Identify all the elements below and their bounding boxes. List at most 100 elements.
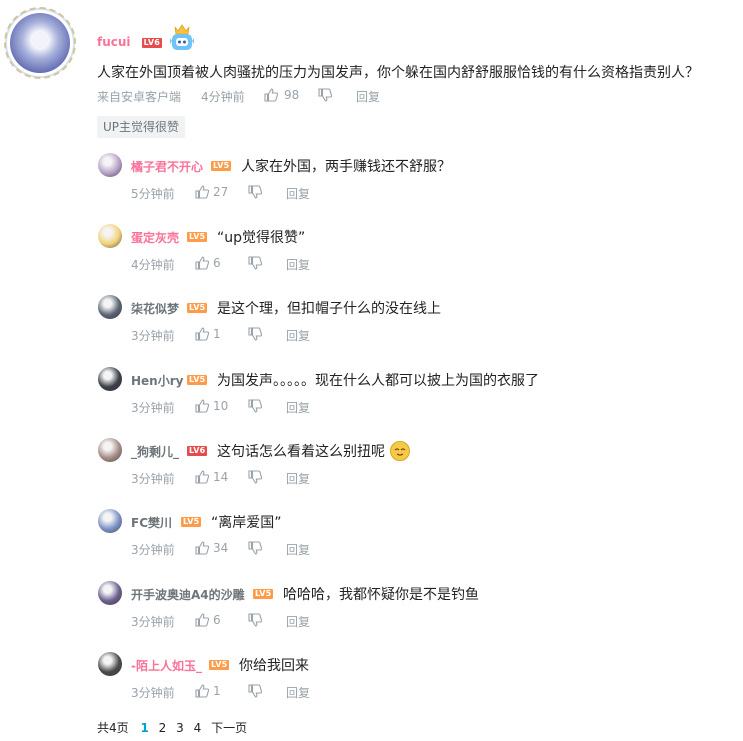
reply-reply-button[interactable]: 回复	[286, 399, 310, 416]
reply-text: 人家在外国，两手赚钱还不舒服？	[241, 159, 451, 175]
reply-like-count: 34	[213, 541, 229, 555]
main-source: 来自安卓客户端	[97, 90, 182, 104]
reply-reply-button[interactable]: 回复	[286, 541, 310, 558]
reply-like-count: 27	[213, 185, 229, 199]
reply-reply-button[interactable]: 回复	[286, 613, 310, 630]
thumb-up-icon	[195, 470, 209, 484]
reply-text: 你给我回来	[239, 658, 309, 674]
vip-badge-icon	[166, 24, 198, 54]
reply-like-button[interactable]	[195, 255, 209, 274]
reply-avatar[interactable]	[98, 438, 122, 462]
emoji-icon	[390, 441, 410, 461]
main-comment-text: 人家在外国顶着被人肉骚扰的压力为国发声，你个躲在国内舒舒服服恰钱的有什么资格指责…	[97, 65, 699, 81]
reply-username[interactable]: 开手波奥迪A4的沙雕	[131, 586, 245, 603]
thumb-down-icon	[248, 684, 262, 698]
reply-avatar[interactable]	[98, 652, 122, 676]
reply-username[interactable]: 蛋定灰壳	[131, 229, 179, 246]
reply-level-badge: LV5	[181, 517, 202, 527]
up-liked-tag: UP主觉得很赞	[97, 116, 186, 138]
reply-time: 3分钟前	[131, 401, 175, 415]
reply-dislike-button[interactable]	[248, 683, 262, 702]
reply-reply-button[interactable]: 回复	[286, 327, 310, 344]
reply-dislike-button[interactable]	[248, 612, 262, 631]
pagination: 共4页 1 2 3 4 下一页	[97, 719, 247, 736]
page-1[interactable]: 1	[140, 721, 148, 735]
reply-avatar[interactable]	[98, 295, 122, 319]
reply-like-button[interactable]	[195, 469, 209, 488]
page-4[interactable]: 4	[194, 721, 202, 735]
reply-like-button[interactable]	[195, 683, 209, 702]
reply-avatar[interactable]	[98, 367, 122, 391]
next-page-link[interactable]: 下一页	[211, 721, 247, 735]
thumb-up-icon	[195, 613, 209, 627]
reply-time: 4分钟前	[131, 258, 175, 272]
reply-time: 5分钟前	[131, 187, 175, 201]
reply-text: 是这个理，但扣帽子什么的没在线上	[217, 301, 441, 317]
reply-dislike-button[interactable]	[248, 540, 262, 559]
main-username[interactable]: fucui	[97, 35, 131, 49]
thumb-down-icon	[248, 185, 262, 199]
main-like-count: 98	[284, 88, 300, 102]
reply-text: “up觉得很赞”	[217, 230, 306, 246]
main-level-badge: LV6	[141, 38, 162, 48]
reply-username[interactable]: -陌上人如玉_	[131, 657, 202, 674]
main-avatar[interactable]	[4, 7, 76, 79]
reply-username[interactable]: _狗剩儿_	[131, 443, 179, 460]
reply-like-count: 1	[213, 327, 221, 341]
reply-username[interactable]: Hen小ry	[131, 372, 183, 389]
reply-reply-button[interactable]: 回复	[286, 470, 310, 487]
reply-text: 为国发声。。。。。现在什么人都可以披上为国的衣服了	[217, 373, 539, 389]
main-dislike-button[interactable]	[318, 87, 332, 106]
reply-avatar[interactable]	[98, 153, 122, 177]
reply-reply-button[interactable]: 回复	[286, 684, 310, 701]
reply-level-badge: LV5	[187, 375, 208, 385]
reply-avatar[interactable]	[98, 509, 122, 533]
reply-time: 3分钟前	[131, 329, 175, 343]
reply-level-badge: LV5	[253, 589, 274, 599]
thumb-up-icon	[195, 185, 209, 199]
page-2[interactable]: 2	[159, 721, 167, 735]
reply-level-badge: LV5	[187, 232, 208, 242]
reply-level-badge: LV5	[209, 660, 230, 670]
reply-like-count: 6	[213, 613, 221, 627]
reply-dislike-button[interactable]	[248, 184, 262, 203]
thumb-down-icon	[248, 327, 262, 341]
page-3[interactable]: 3	[176, 721, 184, 735]
reply-like-button[interactable]	[195, 326, 209, 345]
main-like-button[interactable]	[264, 87, 278, 106]
reply-username[interactable]: FC樊川	[131, 514, 172, 531]
reply-like-button[interactable]	[195, 612, 209, 631]
reply-level-badge: LV5	[187, 303, 208, 313]
reply-level-badge: LV5	[211, 161, 232, 171]
thumb-up-icon	[195, 684, 209, 698]
reply-time: 3分钟前	[131, 543, 175, 557]
reply-dislike-button[interactable]	[248, 255, 262, 274]
reply-avatar[interactable]	[98, 581, 122, 605]
reply-text: 哈哈哈，我都怀疑你是不是钓鱼	[283, 587, 479, 603]
thumb-up-icon	[195, 541, 209, 555]
reply-dislike-button[interactable]	[248, 326, 262, 345]
reply-reply-button[interactable]: 回复	[286, 185, 310, 202]
thumb-up-icon	[195, 256, 209, 270]
reply-like-button[interactable]	[195, 540, 209, 559]
thumb-up-icon	[264, 88, 278, 102]
thumb-down-icon	[318, 88, 332, 102]
main-reply-button[interactable]: 回复	[356, 88, 380, 105]
thumb-down-icon	[248, 470, 262, 484]
reply-time: 3分钟前	[131, 472, 175, 486]
reply-avatar[interactable]	[98, 224, 122, 248]
reply-like-button[interactable]	[195, 184, 209, 203]
reply-like-count: 10	[213, 399, 229, 413]
reply-like-count: 1	[213, 684, 221, 698]
reply-dislike-button[interactable]	[248, 398, 262, 417]
page-total: 共4页	[97, 721, 129, 735]
thumb-up-icon	[195, 327, 209, 341]
reply-username[interactable]: 橘子君不开心	[131, 158, 203, 175]
reply-reply-button[interactable]: 回复	[286, 256, 310, 273]
reply-like-button[interactable]	[195, 398, 209, 417]
reply-dislike-button[interactable]	[248, 469, 262, 488]
reply-text: 这句话怎么看着这么别扭呢	[217, 444, 385, 460]
reply-username[interactable]: 柒花似梦	[131, 300, 179, 317]
thumb-down-icon	[248, 541, 262, 555]
reply-like-count: 14	[213, 470, 229, 484]
